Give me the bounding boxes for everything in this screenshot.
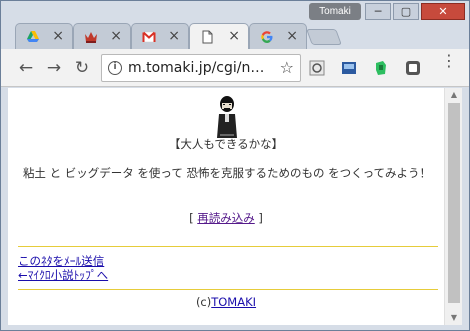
copyright-link[interactable]: TOMAKI (211, 295, 256, 309)
copyright-prefix: (c) (195, 295, 212, 309)
divider-bottom (18, 289, 438, 290)
page-body-text: 粘土 と ビッグデータ を使って 恐怖を克服するためのもの をつくってみよう！ (22, 166, 432, 180)
close-window-button[interactable]: ✕ (421, 3, 465, 20)
extension-image-icon[interactable] (341, 60, 357, 76)
page-content: 【大人もできるかな】 粘土 と ビッグデータ を使って 恐怖を克服するためのもの… (8, 88, 444, 325)
crown-icon (85, 32, 97, 43)
forward-button[interactable]: → (43, 57, 65, 79)
address-bar[interactable]: i m.tomaki.jp/cgi/n… ☆ (101, 54, 301, 82)
tab-close-button[interactable]: × (52, 28, 64, 44)
minimize-button[interactable]: ─ (365, 3, 391, 20)
google-drive-icon (27, 31, 39, 42)
tab-close-button[interactable]: × (286, 28, 298, 44)
url-text[interactable]: m.tomaki.jp/cgi/n… (128, 60, 274, 76)
bookmark-star-icon[interactable]: ☆ (280, 58, 294, 77)
new-tab-button[interactable] (306, 29, 342, 45)
footer-links: このﾈﾀをﾒｰﾙ送信 ←ﾏｲｸﾛ小説ﾄｯﾌﾟへ (18, 254, 108, 282)
tab-crown[interactable]: × (73, 23, 131, 49)
tab-google[interactable]: × (249, 23, 307, 49)
author-portrait-icon (217, 96, 237, 138)
tab-close-button[interactable]: × (168, 28, 180, 44)
reload-link[interactable]: 再読み込み (197, 211, 255, 225)
reload-button[interactable]: ↻ (71, 57, 93, 79)
tab-active-page[interactable]: × (189, 23, 249, 49)
vertical-scrollbar[interactable]: ▲ ▼ (444, 88, 462, 325)
extension-evernote-icon[interactable] (373, 60, 389, 76)
site-info-icon[interactable]: i (108, 61, 122, 75)
browser-window: Tomaki ─ ▢ ✕ × × × × × ← → ↻ i m.tomaki.… (0, 0, 470, 331)
google-icon (261, 31, 273, 43)
tab-close-button[interactable]: × (110, 28, 122, 44)
title-bar: Tomaki ─ ▢ ✕ (1, 1, 469, 23)
divider-top (18, 246, 438, 247)
copyright: (c)TOMAKI (8, 295, 444, 309)
scroll-up-arrow[interactable]: ▲ (445, 88, 463, 102)
back-button[interactable]: ← (15, 57, 37, 79)
tab-strip: × × × × × (1, 23, 469, 49)
profile-button[interactable]: Tomaki (309, 3, 361, 20)
tab-close-button[interactable]: × (228, 28, 240, 44)
extension-stamp-icon[interactable] (309, 60, 325, 76)
tab-google-drive[interactable]: × (15, 23, 73, 49)
scroll-thumb[interactable] (448, 103, 460, 303)
bracket-close: ] (254, 211, 263, 225)
page-icon (202, 30, 213, 44)
toolbar: ← → ↻ i m.tomaki.jp/cgi/n… ☆ ⋮ (1, 49, 469, 87)
gmail-icon (142, 31, 156, 43)
page-heading: 【大人もできるかな】 (168, 137, 284, 151)
browser-menu-button[interactable]: ⋮ (441, 53, 457, 69)
tab-gmail[interactable]: × (131, 23, 189, 49)
back-to-top-link[interactable]: ←ﾏｲｸﾛ小説ﾄｯﾌﾟへ (18, 268, 108, 282)
send-mail-link[interactable]: このﾈﾀをﾒｰﾙ送信 (18, 254, 104, 268)
reload-line: [ 再読み込み ] (8, 210, 444, 226)
scroll-down-arrow[interactable]: ▼ (445, 311, 463, 325)
maximize-button[interactable]: ▢ (393, 3, 419, 20)
extension-pocket-icon[interactable] (405, 60, 421, 76)
